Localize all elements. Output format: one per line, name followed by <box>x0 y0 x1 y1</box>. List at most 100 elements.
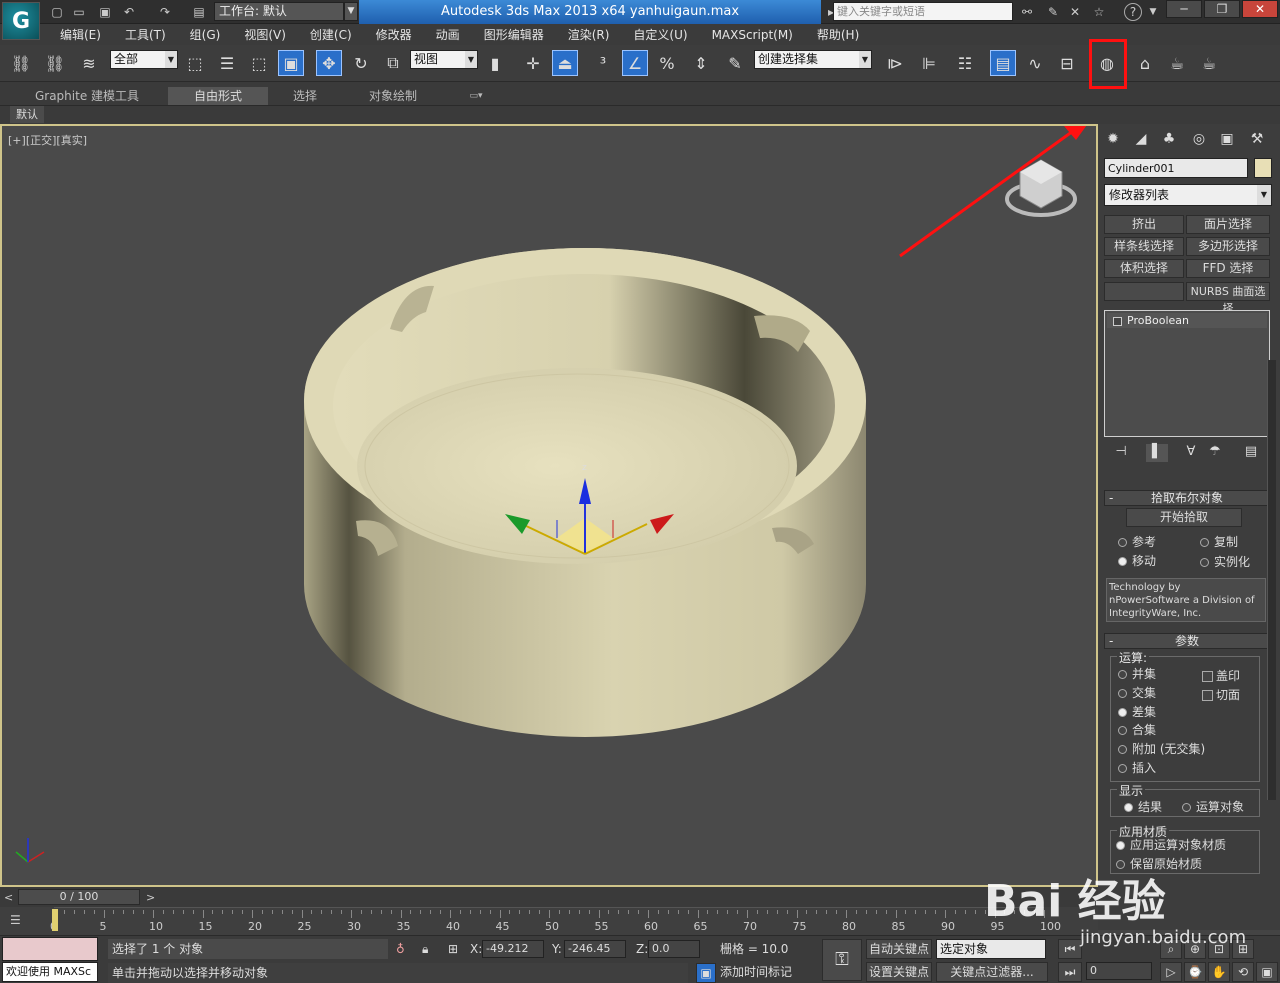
stack-item-proboolean[interactable]: ProBoolean <box>1107 313 1267 328</box>
menu-create[interactable]: 创建(C) <box>298 26 364 43</box>
search-input[interactable]: 键入关键字或短语 <box>833 2 1013 21</box>
ribbon-options-icon[interactable]: ▭▾ <box>462 87 490 105</box>
x-coordinate-field[interactable]: -49.212 <box>482 940 544 958</box>
pin-stack-icon[interactable]: ⊣ <box>1110 444 1132 462</box>
menu-group[interactable]: 组(G) <box>178 26 233 43</box>
isolate-icon[interactable]: ♁ <box>396 940 405 958</box>
current-frame-field[interactable]: 0 <box>1086 962 1152 980</box>
favorites-star-icon[interactable]: ☆ <box>1090 3 1108 21</box>
layer-manager-icon[interactable]: ☷ <box>952 50 978 76</box>
lock-selection-icon[interactable]: 🔒︎ <box>422 940 428 958</box>
menu-customize[interactable]: 自定义(U) <box>621 26 699 43</box>
modify-tab-icon[interactable]: ◢ <box>1130 128 1152 150</box>
maximize-viewport-icon[interactable]: ▣ <box>1256 962 1278 982</box>
radio-operands[interactable]: 运算对象 <box>1180 799 1244 815</box>
maxscript-mini-listener[interactable]: 欢迎使用 MAXSc <box>2 962 98 982</box>
radio-instance[interactable]: 实例化 <box>1198 554 1250 570</box>
time-tag-icon[interactable]: ▣ <box>696 963 716 983</box>
minimize-button[interactable]: ─ <box>1166 0 1202 18</box>
unlink-icon[interactable]: ⛓ <box>42 50 68 76</box>
communication-icon[interactable]: ✕ <box>1066 3 1084 21</box>
help-icon[interactable]: ? <box>1124 3 1142 21</box>
patch-select-button[interactable]: 面片选择 <box>1186 215 1270 234</box>
mirror-icon[interactable]: ⧐ <box>882 50 908 76</box>
extrude-button[interactable]: 挤出 <box>1104 215 1184 234</box>
select-and-move-icon[interactable]: ✥ <box>316 50 342 76</box>
named-selection-dropdown[interactable]: 创建选择集 ▼ <box>754 50 872 69</box>
edit-named-sets-icon[interactable]: ✎ <box>722 50 748 76</box>
display-tab-icon[interactable]: ▣ <box>1216 128 1238 150</box>
restore-button[interactable]: ❐ <box>1204 0 1240 18</box>
graphite-toggle-icon[interactable]: ▤ <box>990 50 1016 76</box>
key-mode-toggle-icon[interactable]: ⏭ <box>1058 962 1082 982</box>
make-unique-icon[interactable]: ∀ <box>1180 444 1202 462</box>
time-slider-thumb[interactable]: 0 / 100 <box>18 889 140 905</box>
pan-icon[interactable]: ✋ <box>1208 962 1230 982</box>
rect-selection-region-icon[interactable]: ⬚ <box>246 50 272 76</box>
menu-edit[interactable]: 编辑(E) <box>48 26 113 43</box>
render-setup-icon[interactable]: ⌂ <box>1132 50 1158 76</box>
keyboard-shortcut-override-icon[interactable]: ⏏ <box>552 50 578 76</box>
menu-graph-editors[interactable]: 图形编辑器 <box>472 26 556 43</box>
remove-modifier-icon[interactable]: ☂ <box>1204 444 1226 462</box>
subscription-icon[interactable]: ✎ <box>1044 3 1062 21</box>
rendered-frame-window-icon[interactable]: ☕ <box>1164 50 1190 76</box>
panel-scrollbar[interactable] <box>1267 360 1276 800</box>
menu-view[interactable]: 视图(V) <box>232 26 298 43</box>
new-file-icon[interactable]: ▢ <box>48 3 66 21</box>
bind-space-warp-icon[interactable]: ≋ <box>76 50 102 76</box>
window-crossing-icon[interactable]: ▣ <box>278 50 304 76</box>
select-by-name-icon[interactable]: ☰ <box>214 50 240 76</box>
modifier-stack[interactable]: ProBoolean <box>1104 310 1270 437</box>
spline-select-button[interactable]: 样条线选择 <box>1104 237 1184 256</box>
radio-attach[interactable]: 附加 (无交集) <box>1116 741 1205 757</box>
modifier-list-dropdown[interactable]: 修改器列表 ▼ <box>1104 184 1272 206</box>
absolute-transform-icon[interactable]: ⊞ <box>448 940 458 958</box>
key-filters-button[interactable]: 关键点过滤器... <box>936 962 1048 982</box>
tab-object-paint[interactable]: 对象绘制 <box>350 87 436 105</box>
tab-freeform[interactable]: 自由形式 <box>168 87 268 105</box>
radio-union[interactable]: 并集 <box>1116 666 1156 682</box>
nurbs-surface-select-button[interactable]: NURBS 曲面选择 <box>1186 282 1270 315</box>
z-coordinate-field[interactable]: 0.0 <box>648 940 700 958</box>
time-next-icon[interactable]: > <box>146 891 155 904</box>
orbit-icon[interactable]: ⟲ <box>1232 962 1254 982</box>
radio-move[interactable]: 移动 <box>1116 553 1156 569</box>
maxscript-listener-swatch[interactable] <box>2 937 98 961</box>
perspective-viewport[interactable]: [+][正交][真实] z <box>0 124 1098 887</box>
object-color-swatch[interactable] <box>1254 158 1272 178</box>
tab-selection[interactable]: 选择 <box>272 87 338 105</box>
time-config-icon[interactable]: ⌚ <box>1184 962 1206 982</box>
select-object-icon[interactable]: ⬚ <box>182 50 208 76</box>
select-and-rotate-icon[interactable]: ↻ <box>348 50 374 76</box>
add-time-tag[interactable]: 添加时间标记 <box>720 963 810 983</box>
set-key-button[interactable]: 设置关键点 <box>866 962 932 982</box>
pivot-center-icon[interactable]: ▮ <box>482 50 508 76</box>
schematic-view-icon[interactable]: ⊟ <box>1054 50 1080 76</box>
angle-snap-icon[interactable]: ∠ <box>622 50 648 76</box>
object-name-field[interactable]: Cylinder001 <box>1104 158 1248 178</box>
undo-icon[interactable]: ↶ <box>120 3 138 21</box>
radio-copy[interactable]: 复制 <box>1198 534 1238 550</box>
workspace-dropdown-arrow[interactable]: ▼ <box>344 2 358 21</box>
selection-filter-dropdown[interactable]: 全部 ▼ <box>110 50 178 69</box>
open-file-icon[interactable]: ▭ <box>70 3 88 21</box>
radio-result[interactable]: 结果 <box>1122 799 1162 815</box>
snaps-toggle-icon[interactable]: ³ <box>590 50 616 76</box>
percent-snap-icon[interactable]: % <box>654 50 680 76</box>
menu-animation[interactable]: 动画 <box>424 26 472 43</box>
auto-key-button[interactable]: 自动关键点 <box>866 939 932 959</box>
redo-icon[interactable]: ↷ <box>156 3 174 21</box>
workspace-dropdown[interactable]: 工作台: 默认 <box>214 2 344 21</box>
select-and-link-icon[interactable]: ⛓ <box>8 50 34 76</box>
start-picking-button[interactable]: 开始拾取 <box>1126 508 1242 527</box>
menu-help[interactable]: 帮助(H) <box>805 26 871 43</box>
radio-merge[interactable]: 合集 <box>1116 722 1156 738</box>
motion-tab-icon[interactable]: ◎ <box>1188 128 1210 150</box>
spinner-snap-icon[interactable]: ⇕ <box>688 50 714 76</box>
time-prev-icon[interactable]: < <box>4 891 13 904</box>
ffd-select-button[interactable]: FFD 选择 <box>1186 259 1270 278</box>
save-icon[interactable]: ▣ <box>96 3 114 21</box>
timeline-ruler[interactable]: 0510152025303540455055606570758085909510… <box>50 907 1061 935</box>
radio-subtraction[interactable]: 差集 <box>1116 704 1156 720</box>
